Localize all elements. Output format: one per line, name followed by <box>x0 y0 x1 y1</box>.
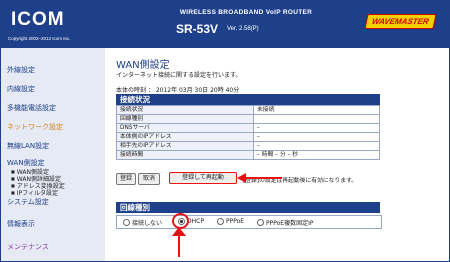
row-label: 接続状況 <box>116 105 254 115</box>
page-description: インターネット接続に関する設定を行います。 <box>116 72 242 79</box>
sidebar-subitem-ip-filter[interactable]: IPフィルタ設定 <box>11 188 58 197</box>
table-row: DNSサーバ – <box>116 123 380 133</box>
annotation-arrow-up <box>178 233 180 257</box>
radio-label: DHCP <box>187 218 204 225</box>
line-type-heading: 回線種別 <box>116 202 380 213</box>
annotation-arrow-left <box>245 177 282 179</box>
row-label: 相手先のIPアドレス <box>116 141 254 151</box>
radio-pppoe[interactable]: PPPoE <box>217 218 244 225</box>
sidebar-nav: 外線設定 内線設定 多機能電話設定 ネットワーク設定 無線LAN設定 WAN側設… <box>1 48 105 261</box>
row-value <box>253 114 380 124</box>
firmware-version: Ver. 2.58(P) <box>227 26 259 32</box>
line-type-options: 接続しない DHCP PPPoE PPPoE複数固定IP <box>116 215 382 229</box>
row-label: 回線種別 <box>116 114 254 124</box>
sidebar-item-info[interactable]: 情報表示 <box>7 219 35 229</box>
sidebar-item-multifunction-phone[interactable]: 多機能電話設定 <box>7 103 56 113</box>
table-row: 本体側のIPアドレス – <box>116 132 380 142</box>
row-label: DNSサーバ <box>116 123 254 133</box>
radio-circle-icon <box>257 219 264 226</box>
table-row: 接続時間 – 時間 – 分 – 秒 <box>116 150 380 160</box>
register-button[interactable]: 登録 <box>116 173 136 185</box>
radio-pppoe-multi-ip[interactable]: PPPoE複数固定IP <box>257 218 314 227</box>
row-value: – <box>253 141 380 151</box>
sidebar-item-maintenance[interactable]: メンテナンス <box>7 242 49 252</box>
copyright-text: Copyright 2002–2012 Icom Inc. <box>8 36 71 41</box>
sidebar-item-system[interactable]: システム設定 <box>7 197 49 207</box>
status-table: 接続状況 未接続 回線種別 DNSサーバ – 本体側のIPアドレス – 相手先のIPア… <box>116 105 380 160</box>
table-row: 接続状況 未接続 <box>116 105 380 115</box>
header-bar: ICOM Copyright 2002–2012 Icom Inc. WIREL… <box>1 1 449 48</box>
table-row: 相手先のIPアドレス – <box>116 141 380 151</box>
page-title: WAN側設定 <box>116 60 170 71</box>
status-section-heading: 接続状況 <box>116 94 380 105</box>
radio-circle-icon <box>123 219 130 226</box>
radio-label: PPPoE <box>226 218 245 225</box>
radio-label: 接続しない <box>132 220 163 227</box>
wavemaster-logo: WAVEMASTER <box>364 14 437 29</box>
router-config-window: ICOM Copyright 2002–2012 Icom Inc. WIREL… <box>0 0 450 262</box>
row-label: 本体側のIPアドレス <box>116 132 254 142</box>
radio-label: PPPoE複数固定IP <box>266 220 314 227</box>
row-label: 接続時間 <box>116 150 254 160</box>
sidebar-item-network[interactable]: ネットワーク設定 <box>7 122 63 132</box>
radio-circle-icon <box>217 218 224 225</box>
row-value: – <box>253 132 380 142</box>
cancel-button[interactable]: 取消 <box>138 173 160 185</box>
main-content: WAN側設定 インターネット接続に関する設定を行います。 本体の時刻 ： 201… <box>106 48 449 261</box>
sidebar-item-extension[interactable]: 内線設定 <box>7 84 35 94</box>
register-restart-button[interactable]: 登録して再起動 <box>169 172 237 184</box>
row-value: 未接続 <box>253 105 380 115</box>
row-value: – 時間 – 分 – 秒 <box>253 150 380 160</box>
row-value: – <box>253 123 380 133</box>
table-row: 回線種別 <box>116 114 380 124</box>
device-time: 本体の時刻 ： 2012年 03月 30日 20時 40分 <box>116 87 240 94</box>
icom-logo: ICOM <box>11 9 65 30</box>
sidebar-item-external-line[interactable]: 外線設定 <box>7 65 35 75</box>
model-name: SR-53V <box>176 22 219 36</box>
sidebar-item-wireless-lan[interactable]: 無線LAN設定 <box>7 141 49 151</box>
product-name: WIRELESS BROADBAND VoIP ROUTER <box>179 9 313 16</box>
radio-no-connect[interactable]: 接続しない <box>123 218 162 227</box>
arrow-head-up-icon <box>172 227 186 236</box>
